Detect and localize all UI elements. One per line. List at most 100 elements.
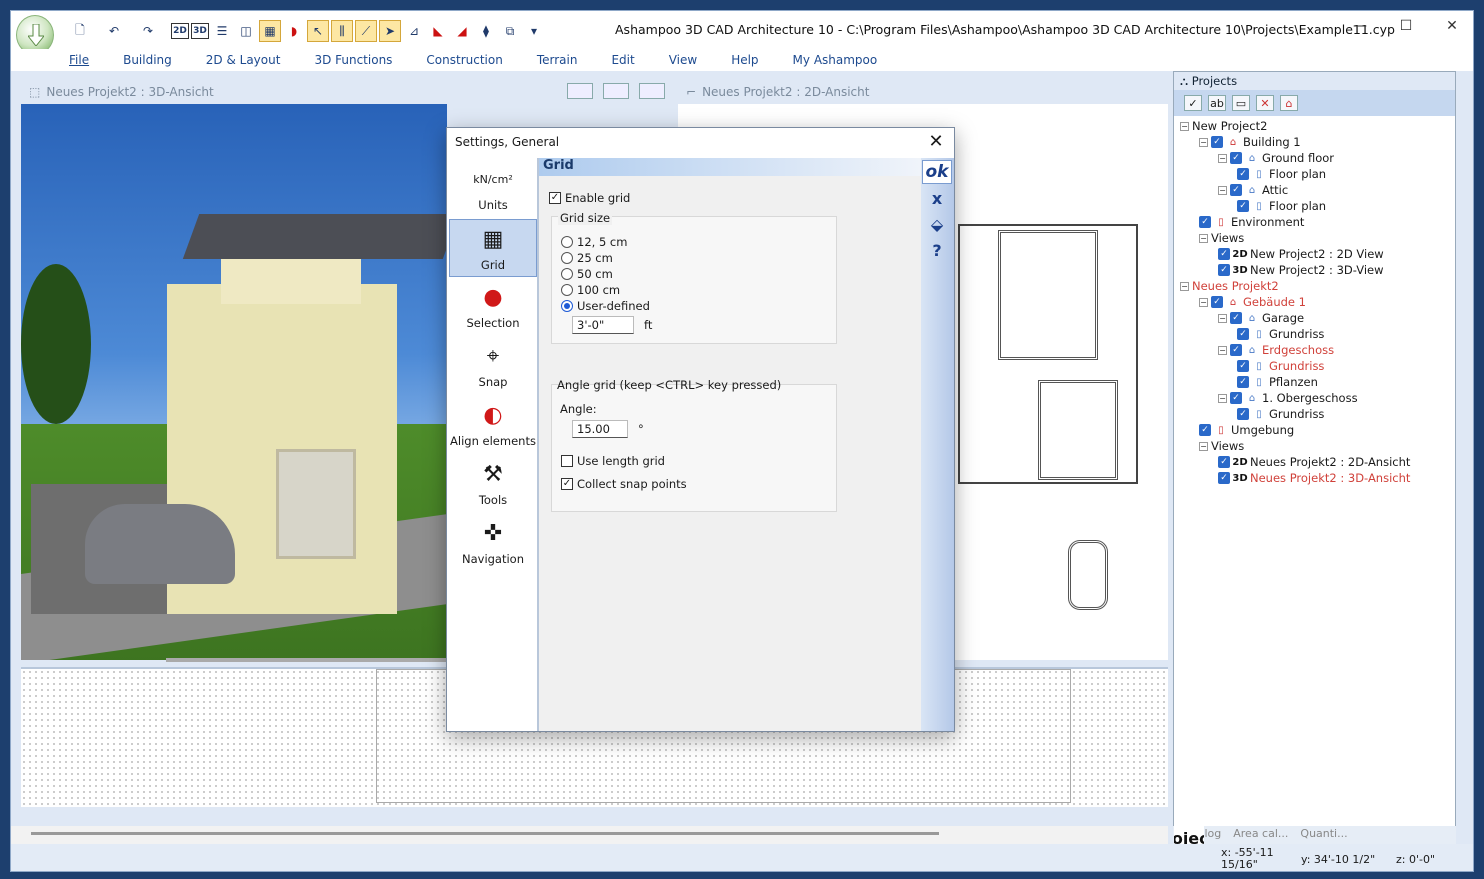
category-navigation[interactable]: ✜ Navigation <box>449 514 537 572</box>
menu-3d-functions[interactable]: 3D Functions <box>297 53 409 67</box>
view3d-scrollbar[interactable] <box>166 658 446 662</box>
save-defaults-icon[interactable]: ⬙ <box>922 212 952 236</box>
view-2d-button[interactable]: 2D <box>171 23 189 39</box>
menu-construction[interactable]: Construction <box>409 53 519 67</box>
menu-my-ashampoo[interactable]: My Ashampoo <box>776 53 895 67</box>
tree-node[interactable]: − New Project2 <box>1180 118 1267 134</box>
draw2-icon[interactable]: ◢ <box>451 20 473 42</box>
menu-view[interactable]: View <box>652 53 714 67</box>
tree-node[interactable]: − ✓ ⌂ 1. Obergeschoss <box>1218 390 1358 406</box>
category-selection[interactable]: ● Selection <box>449 278 537 336</box>
measure-icon[interactable]: ⊿ <box>403 20 425 42</box>
node-checkbox[interactable]: ✓ <box>1230 312 1242 324</box>
tree-node[interactable]: − ✓ ⌂ Ground floor <box>1218 150 1334 166</box>
menu-building[interactable]: Building <box>106 53 189 67</box>
node-checkbox[interactable]: ✓ <box>1199 216 1211 228</box>
view-3d-canvas[interactable] <box>21 104 447 660</box>
new-file-icon[interactable]: 🗋 <box>69 20 91 42</box>
category-snap[interactable]: ⌖ Snap <box>449 337 537 395</box>
more-dropdown-icon[interactable]: ▾ <box>523 20 545 42</box>
building-icon[interactable]: ⌂ <box>1280 95 1298 111</box>
node-checkbox[interactable]: ✓ <box>1237 360 1249 372</box>
collapse-icon[interactable]: − <box>1218 313 1227 323</box>
node-checkbox[interactable]: ✓ <box>1218 456 1230 468</box>
collapse-icon[interactable]: − <box>1180 281 1189 291</box>
vertical-split-icon[interactable]: ◫ <box>235 20 257 42</box>
enable-grid-checkbox[interactable]: ✓ <box>549 192 561 204</box>
collapse-icon[interactable]: − <box>1218 345 1227 355</box>
node-checkbox[interactable]: ✓ <box>1211 296 1223 308</box>
pointer-icon[interactable]: ➤ <box>379 20 401 42</box>
tree-node[interactable]: − ✓ ⌂ Garage <box>1218 310 1304 326</box>
menu-help[interactable]: Help <box>714 53 775 67</box>
folder-icon[interactable]: ▭ <box>1232 95 1250 111</box>
collapse-icon[interactable]: − <box>1218 393 1227 403</box>
tree-node[interactable]: − Views <box>1199 230 1244 246</box>
node-checkbox[interactable]: ✓ <box>1237 376 1249 388</box>
menu-2d-layout[interactable]: 2D & Layout <box>189 53 298 67</box>
tree-node[interactable]: ✓ ▯ Grundriss <box>1237 358 1324 374</box>
tree-node[interactable]: − ✓ ⌂ Erdgeschoss <box>1218 342 1334 358</box>
tree-node[interactable]: ✓ 3D Neues Projekt2 : 3D-Ansicht <box>1218 470 1410 486</box>
minimize-button[interactable]: — <box>1337 11 1383 41</box>
node-checkbox[interactable]: ✓ <box>1237 408 1249 420</box>
node-checkbox[interactable]: ✓ <box>1230 344 1242 356</box>
redo-icon[interactable]: ↷ <box>137 20 159 42</box>
tree-node[interactable]: ✓ ▯ Grundriss <box>1237 406 1324 422</box>
collapse-icon[interactable]: − <box>1218 185 1227 195</box>
view3d-close-button[interactable] <box>639 83 665 99</box>
collapse-icon[interactable]: − <box>1199 137 1208 147</box>
tree-node[interactable]: ✓ ▯ Floor plan <box>1237 166 1326 182</box>
magnet-snap-icon[interactable]: ◗ <box>283 20 305 42</box>
tree-node[interactable]: ✓ 3D New Project2 : 3D-View <box>1218 262 1384 278</box>
category-align-elements[interactable]: ◐ Align elements <box>449 396 537 454</box>
collapse-icon[interactable]: − <box>1180 121 1189 131</box>
view-3d-button[interactable]: 3D <box>191 23 209 39</box>
node-checkbox[interactable]: ✓ <box>1237 200 1249 212</box>
node-checkbox[interactable]: ✓ <box>1230 184 1242 196</box>
node-checkbox[interactable]: ✓ <box>1199 424 1211 436</box>
dialog-close-button[interactable]: ✕ <box>924 131 948 152</box>
tree-node[interactable]: − ✓ ⌂ Attic <box>1218 182 1288 198</box>
view3d-restore-button[interactable] <box>603 83 629 99</box>
tree-node[interactable]: ✓ 2D Neues Projekt2 : 2D-Ansicht <box>1218 454 1410 470</box>
menu-edit[interactable]: Edit <box>594 53 651 67</box>
node-checkbox[interactable]: ✓ <box>1237 168 1249 180</box>
maximize-button[interactable]: ☐ <box>1383 11 1429 41</box>
node-checkbox[interactable]: ✓ <box>1230 392 1242 404</box>
node-checkbox[interactable]: ✓ <box>1237 328 1249 340</box>
angle-input[interactable]: 15.00 <box>572 420 628 438</box>
cursor-snap-icon[interactable]: ↖ <box>307 20 329 42</box>
delete-icon[interactable]: ✕ <box>1256 95 1274 111</box>
collect-snap-points-checkbox[interactable]: ✓ <box>561 478 573 490</box>
tab-area-calc[interactable]: Area cal... <box>1227 826 1294 844</box>
view3d-minimize-button[interactable] <box>567 83 593 99</box>
copy-icon[interactable]: ⧉ <box>499 20 521 42</box>
category-grid[interactable]: ▦ Grid <box>449 219 537 277</box>
tree-node[interactable]: − ✓ ⌂ Gebäude 1 <box>1199 294 1306 310</box>
tree-node[interactable]: ✓ ▯ Umgebung <box>1199 422 1294 438</box>
grid-size-input[interactable]: 3'-0" <box>572 316 634 334</box>
cancel-button[interactable]: x <box>922 186 952 210</box>
horizontal-scrollbar[interactable] <box>11 826 1168 844</box>
tree-node[interactable]: ✓ ▯ Environment <box>1199 214 1304 230</box>
node-checkbox[interactable]: ✓ <box>1230 152 1242 164</box>
eraser-icon[interactable]: ⧫ <box>475 20 497 42</box>
node-checkbox[interactable]: ✓ <box>1218 248 1230 260</box>
help-button[interactable]: ? <box>922 238 952 262</box>
collapse-icon[interactable]: − <box>1199 233 1208 243</box>
tree-node[interactable]: ✓ ▯ Pflanzen <box>1237 374 1318 390</box>
category-units[interactable]: kN/cm² Units <box>449 160 537 218</box>
tree-node[interactable]: ✓ ▯ Floor plan <box>1237 198 1326 214</box>
grid-size-radio[interactable] <box>561 236 573 248</box>
tree-node[interactable]: − Neues Projekt2 <box>1180 278 1279 294</box>
category-tools[interactable]: ⚒ Tools <box>449 455 537 513</box>
grid-toggle-icon[interactable]: ▦ <box>259 20 281 42</box>
angle-snap-icon[interactable]: ⟋ <box>355 20 377 42</box>
collapse-icon[interactable]: − <box>1218 153 1227 163</box>
tree-node[interactable]: − Views <box>1199 438 1244 454</box>
close-window-button[interactable]: ✕ <box>1429 11 1473 41</box>
tree-node[interactable]: ✓ ▯ Grundriss <box>1237 326 1324 342</box>
grid-size-radio[interactable] <box>561 252 573 264</box>
horizontal-split-icon[interactable]: ☰ <box>211 20 233 42</box>
